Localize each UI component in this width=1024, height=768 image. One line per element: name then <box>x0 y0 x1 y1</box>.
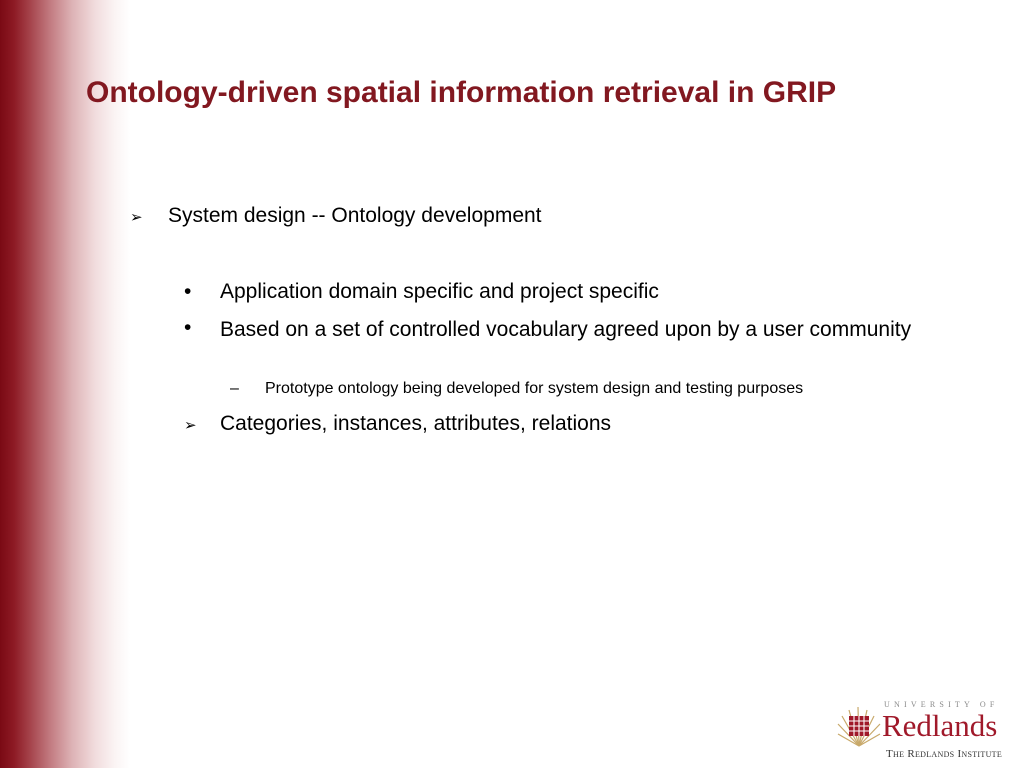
logo-institute: The Redlands Institute <box>886 748 1003 760</box>
bullet-text: Prototype ontology being developed for s… <box>265 380 804 397</box>
bullet-text: Based on a set of controlled vocabulary … <box>220 318 912 341</box>
logo-emblem-icon <box>837 706 881 747</box>
dot-bullet-icon: • <box>184 316 192 339</box>
bullet-text: Application domain specific and project … <box>220 280 659 303</box>
bullet-text: Categories, instances, attributes, relat… <box>220 412 612 435</box>
slide-title: Ontology-driven spatial information retr… <box>86 76 837 109</box>
slide: Ontology-driven spatial information retr… <box>0 0 1024 768</box>
logo-name: Redlands <box>882 708 998 743</box>
arrow-bullet-icon: ➢ <box>130 209 143 226</box>
bullet-text: System design -- Ontology development <box>168 204 542 227</box>
left-gradient-band <box>0 0 130 768</box>
university-logo: UNIVERSITY OF Redlands The Redlands Inst… <box>836 700 1016 764</box>
dot-bullet-icon: • <box>184 280 192 303</box>
arrow-bullet-icon: ➢ <box>184 417 197 434</box>
dash-bullet-icon: – <box>230 380 239 397</box>
